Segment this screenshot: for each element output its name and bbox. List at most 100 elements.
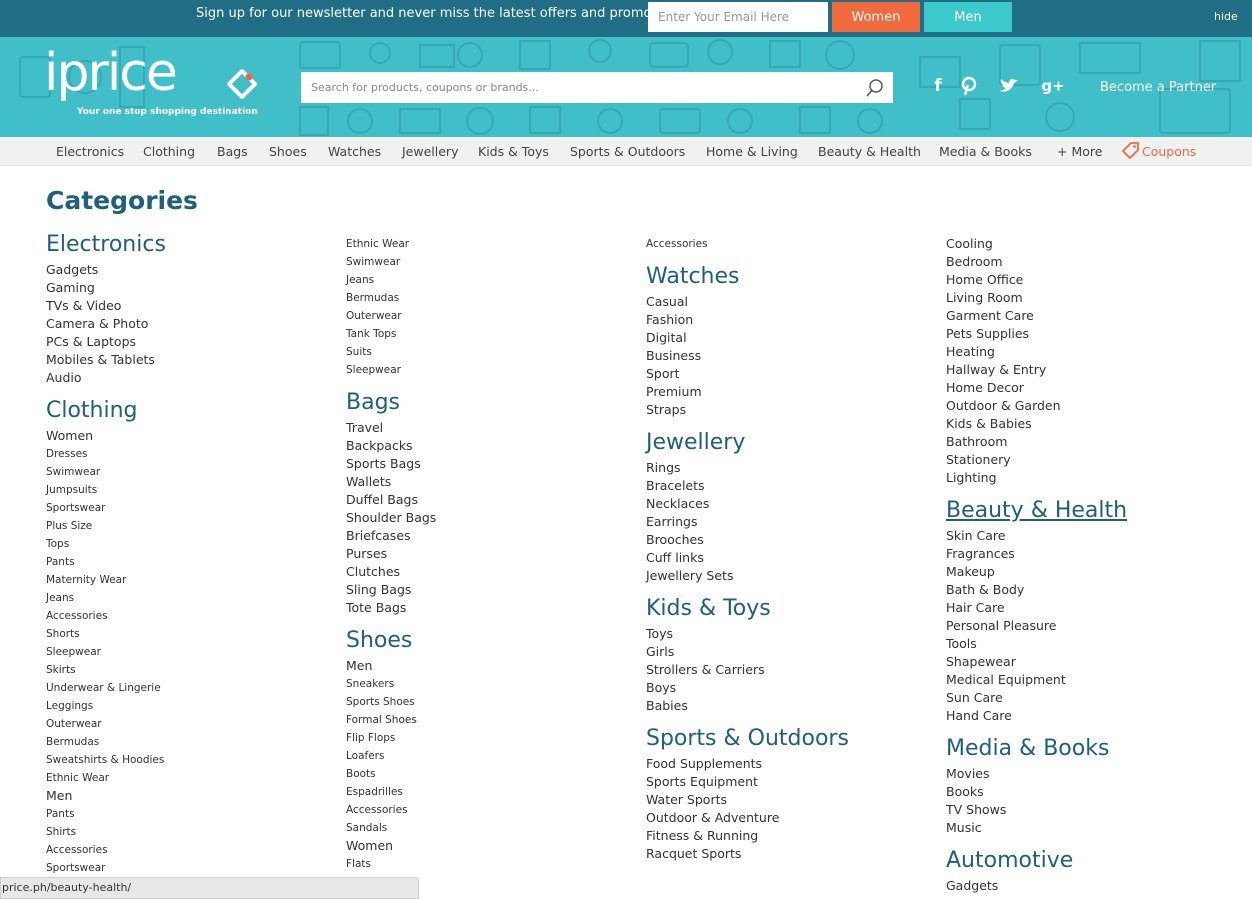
- subcategory-link[interactable]: Tops: [46, 538, 69, 550]
- subcategory-link[interactable]: Dresses: [46, 448, 88, 460]
- subcategory-link[interactable]: Rings: [646, 460, 681, 475]
- subcategory-link[interactable]: Heating: [946, 344, 995, 359]
- subcategory-link[interactable]: Sleepwear: [46, 646, 101, 658]
- subcategory-link[interactable]: Necklaces: [646, 496, 709, 511]
- subcategory-link[interactable]: Lighting: [946, 470, 997, 485]
- subcategory-link[interactable]: Hand Care: [946, 708, 1012, 723]
- subcategory-link[interactable]: Jeans: [46, 592, 74, 604]
- subcategory-link[interactable]: Shorts: [46, 628, 80, 640]
- category-heading[interactable]: Shoes: [346, 628, 412, 653]
- subcategory-link[interactable]: Toys: [646, 626, 673, 641]
- subcategory-link[interactable]: Duffel Bags: [346, 492, 418, 507]
- pinterest-icon[interactable]: [958, 75, 980, 97]
- subcategory-link[interactable]: Outdoor & Garden: [946, 398, 1061, 413]
- nav-item-media-books[interactable]: Media & Books: [939, 144, 1032, 159]
- subcategory-link[interactable]: Fragrances: [946, 546, 1015, 561]
- subcategory-link[interactable]: Bathroom: [946, 434, 1007, 449]
- subcategory-link[interactable]: Girls: [646, 644, 674, 659]
- subcategory-link[interactable]: Men: [346, 658, 372, 673]
- subcategory-link[interactable]: Earrings: [646, 514, 697, 529]
- subcategory-link[interactable]: Food Supplements: [646, 756, 762, 771]
- subcategory-link[interactable]: Suits: [346, 346, 372, 358]
- newsletter-email-input[interactable]: [648, 2, 828, 32]
- subcategory-link[interactable]: Sports Equipment: [646, 774, 758, 789]
- subcategory-link[interactable]: Straps: [646, 402, 686, 417]
- subcategory-link[interactable]: Living Room: [946, 290, 1023, 305]
- newsletter-men-button[interactable]: Men: [924, 2, 1012, 32]
- nav-item-coupons[interactable]: Coupons: [1142, 144, 1196, 159]
- subcategory-link[interactable]: Home Office: [946, 272, 1023, 287]
- subcategory-link[interactable]: Fitness & Running: [646, 828, 758, 843]
- subcategory-link[interactable]: Travel: [346, 420, 383, 435]
- subcategory-link[interactable]: Sling Bags: [346, 582, 411, 597]
- subcategory-link[interactable]: Boots: [346, 768, 376, 780]
- subcategory-link[interactable]: Swimwear: [346, 256, 400, 268]
- category-heading[interactable]: Electronics: [46, 232, 166, 257]
- subcategory-link[interactable]: Loafers: [346, 750, 384, 762]
- subcategory-link[interactable]: Accessories: [646, 238, 708, 250]
- subcategory-link[interactable]: Casual: [646, 294, 688, 309]
- subcategory-link[interactable]: Sun Care: [946, 690, 1003, 705]
- subcategory-link[interactable]: Babies: [646, 698, 688, 713]
- subcategory-link[interactable]: Sportswear: [46, 862, 105, 874]
- subcategory-link[interactable]: Bracelets: [646, 478, 705, 493]
- subcategory-link[interactable]: Outerwear: [46, 718, 102, 730]
- subcategory-link[interactable]: Jewellery Sets: [646, 568, 733, 583]
- subcategory-link[interactable]: Wallets: [346, 474, 391, 489]
- subcategory-link[interactable]: Pants: [46, 808, 75, 820]
- subcategory-link[interactable]: Racquet Sports: [646, 846, 741, 861]
- subcategory-link[interactable]: Shapewear: [946, 654, 1016, 669]
- search-input[interactable]: [301, 72, 861, 103]
- subcategory-link[interactable]: Shirts: [46, 826, 76, 838]
- subcategory-link[interactable]: Bath & Body: [946, 582, 1024, 597]
- twitter-icon[interactable]: [998, 75, 1020, 97]
- google-plus-icon[interactable]: g+: [1040, 75, 1066, 97]
- nav-item-jewellery[interactable]: Jewellery: [402, 144, 458, 159]
- subcategory-link[interactable]: Women: [46, 428, 93, 443]
- subcategory-link[interactable]: Ethnic Wear: [346, 238, 409, 250]
- subcategory-link[interactable]: Sweatshirts & Hoodies: [46, 754, 164, 766]
- subcategory-link[interactable]: Personal Pleasure: [946, 618, 1056, 633]
- subcategory-link[interactable]: Garment Care: [946, 308, 1034, 323]
- category-heading[interactable]: Automotive: [946, 848, 1073, 873]
- subcategory-link[interactable]: Strollers & Carriers: [646, 662, 765, 677]
- subcategory-link[interactable]: Makeup: [946, 564, 995, 579]
- nav-item-beauty-health[interactable]: Beauty & Health: [818, 144, 921, 159]
- iprice-logo[interactable]: iprice Your one stop shopping destinatio…: [44, 43, 268, 123]
- nav-item-electronics[interactable]: Electronics: [56, 144, 124, 159]
- subcategory-link[interactable]: Sports Bags: [346, 456, 421, 471]
- subcategory-link[interactable]: Medical Equipment: [946, 672, 1066, 687]
- subcategory-link[interactable]: Tote Bags: [346, 600, 406, 615]
- subcategory-link[interactable]: Water Sports: [646, 792, 727, 807]
- coupon-tag-icon[interactable]: [1122, 142, 1139, 159]
- nav-item-more[interactable]: + More: [1057, 144, 1102, 159]
- subcategory-link[interactable]: Espadrilles: [346, 786, 403, 798]
- subcategory-link[interactable]: Swimwear: [46, 466, 100, 478]
- subcategory-link[interactable]: Digital: [646, 330, 687, 345]
- subcategory-link[interactable]: Sports Shoes: [346, 696, 415, 708]
- subcategory-link[interactable]: Sandals: [346, 822, 387, 834]
- newsletter-women-button[interactable]: Women: [832, 2, 920, 32]
- subcategory-link[interactable]: Hallway & Entry: [946, 362, 1046, 377]
- subcategory-link[interactable]: Clutches: [346, 564, 400, 579]
- subcategory-link[interactable]: Flip Flops: [346, 732, 395, 744]
- subcategory-link[interactable]: Kids & Babies: [946, 416, 1032, 431]
- subcategory-link[interactable]: Leggings: [46, 700, 93, 712]
- subcategory-link[interactable]: Sneakers: [346, 678, 394, 690]
- category-heading[interactable]: Bags: [346, 390, 400, 415]
- subcategory-link[interactable]: Men: [46, 788, 72, 803]
- subcategory-link[interactable]: Pants: [46, 556, 75, 568]
- subcategory-link[interactable]: Outdoor & Adventure: [646, 810, 779, 825]
- subcategory-link[interactable]: Cuff links: [646, 550, 704, 565]
- subcategory-link[interactable]: Business: [646, 348, 701, 363]
- subcategory-link[interactable]: TV Shows: [946, 802, 1006, 817]
- subcategory-link[interactable]: Briefcases: [346, 528, 411, 543]
- subcategory-link[interactable]: Pets Supplies: [946, 326, 1029, 341]
- subcategory-link[interactable]: Tank Tops: [346, 328, 396, 340]
- search-icon[interactable]: [865, 78, 885, 98]
- nav-item-clothing[interactable]: Clothing: [143, 144, 195, 159]
- subcategory-link[interactable]: Sport: [646, 366, 680, 381]
- subcategory-link[interactable]: Bermudas: [346, 292, 399, 304]
- subcategory-link[interactable]: Jumpsuits: [46, 484, 97, 496]
- subcategory-link[interactable]: Movies: [946, 766, 990, 781]
